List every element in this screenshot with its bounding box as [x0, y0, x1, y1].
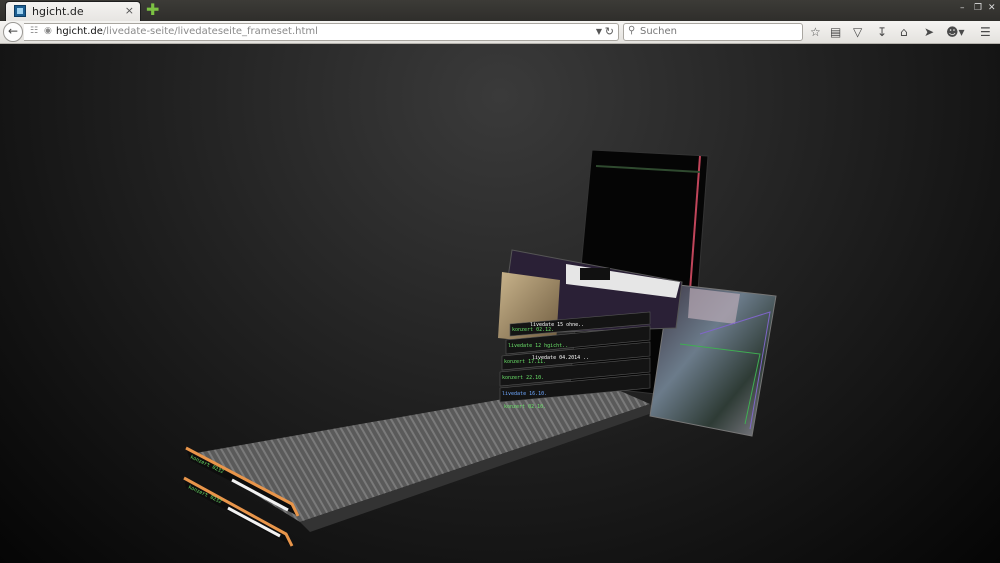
tab-close-icon[interactable]: × — [125, 4, 134, 17]
back-button[interactable]: ← — [3, 22, 23, 42]
menu-icon[interactable]: ☰ — [980, 24, 991, 40]
search-icon: ⚲ — [628, 25, 636, 36]
pocket-icon[interactable]: ▽ — [853, 24, 862, 40]
close-window-icon[interactable]: ✕ — [988, 3, 996, 13]
navigation-bar: ← ☷ ◉ hgicht.de/livedate-seite/livedates… — [0, 21, 1000, 44]
url-path: /livedate-seite/livedateseite_frameset.h… — [102, 26, 318, 37]
page-content: konzert 02.12. livedate 15 ohne.. liveda… — [0, 44, 1000, 563]
stack-label-6[interactable]: konzert 22.10. — [502, 375, 544, 381]
share-icon[interactable]: ➤ — [924, 24, 934, 40]
black-box — [580, 268, 610, 280]
stack-label-5[interactable]: livedate 04.2014 .. — [532, 355, 589, 361]
url-domain: hgicht.de — [56, 26, 103, 37]
bookmark-star-icon[interactable]: ☆ — [810, 24, 821, 40]
account-icon[interactable]: ☻▾ — [946, 24, 965, 40]
identity-icon[interactable]: ☷ — [30, 26, 38, 36]
url-bar[interactable]: ☷ ◉ hgicht.de/livedate-seite/livedatesei… — [24, 23, 619, 41]
minimize-icon[interactable]: – — [960, 3, 965, 13]
new-tab-button[interactable]: ✚ — [146, 2, 159, 18]
home-icon[interactable]: ⌂ — [900, 24, 908, 40]
site-favicon-icon — [14, 5, 26, 17]
search-box[interactable]: ⚲ Suchen — [623, 23, 803, 41]
bookmarks-list-icon[interactable]: ▤ — [830, 24, 841, 40]
restore-icon[interactable]: ❐ — [974, 3, 982, 13]
search-placeholder: Suchen — [640, 26, 678, 37]
stack-label-7[interactable]: livedate 16.10. — [502, 391, 547, 397]
globe-icon: ◉ — [44, 26, 52, 36]
stack-label-8[interactable]: konzert 02.10. — [504, 404, 546, 410]
tab-hgicht[interactable]: hgicht.de × — [5, 1, 141, 21]
stack-label-3[interactable]: livedate 12 hgicht.. — [508, 343, 568, 349]
tab-bar: hgicht.de × ✚ – ❐ ✕ — [0, 0, 1000, 21]
arrow-left-icon: ← — [7, 24, 19, 38]
url-text: hgicht.de/livedate-seite/livedateseite_f… — [56, 26, 318, 37]
reload-icon[interactable]: ↻ — [605, 25, 614, 38]
download-icon[interactable]: ↧ — [877, 24, 887, 40]
stack-label-2[interactable]: livedate 15 ohne.. — [530, 322, 584, 328]
tab-title: hgicht.de — [32, 5, 84, 18]
face-photo — [688, 288, 740, 324]
3d-scene: konzert 02.12. livedate 15 ohne.. liveda… — [183, 149, 777, 547]
url-dropdown-icon[interactable]: ▼ — [596, 27, 602, 36]
panel-path — [190, 382, 650, 522]
